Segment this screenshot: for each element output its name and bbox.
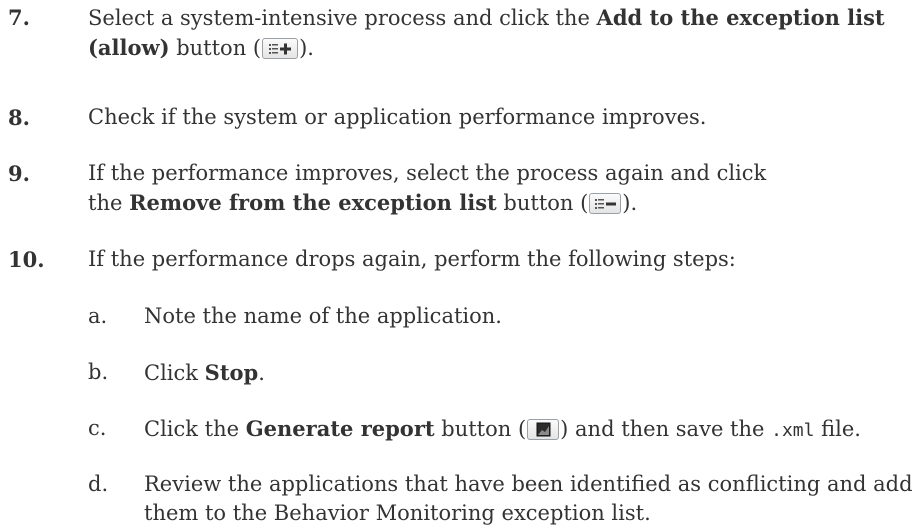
step-text: Check if the system or application perfo…: [88, 105, 707, 129]
substep-text: .: [258, 361, 265, 385]
step-text: Select a system-intensive process and cl…: [88, 6, 597, 30]
remove-from-list-icon: [589, 193, 622, 214]
substep-text: Click: [144, 361, 205, 385]
substep-text: button (: [434, 417, 527, 441]
step-text: ).: [299, 36, 314, 60]
substep-letter: a.: [88, 304, 108, 328]
substep-d: d. Review the applications that have bee…: [0, 470, 915, 528]
step-number: 10.: [8, 247, 45, 272]
substep-letter: c.: [88, 416, 107, 440]
step-8: 8. Check if the system or application pe…: [0, 103, 915, 132]
file-extension-code: .xml: [771, 420, 815, 441]
substep-letter: b.: [88, 360, 109, 384]
step-text: ).: [622, 191, 638, 215]
substep-a: a. Note the name of the application.: [0, 302, 915, 331]
add-to-list-icon: [262, 38, 299, 59]
substep-b: b. Click Stop.: [0, 358, 915, 388]
substep-bold-text: Stop: [204, 360, 259, 385]
generate-report-icon: [527, 419, 560, 440]
substep-text: Review the applications that have been i…: [144, 472, 913, 525]
step-text: If the performance drops again, perform …: [88, 247, 736, 271]
step-text: button (: [496, 191, 589, 215]
step-10: 10. If the performance drops again, perf…: [0, 245, 915, 274]
step-number: 8.: [8, 105, 30, 130]
substep-text: Click the: [144, 417, 246, 441]
substep-c: c. Click the Generate report button ( ) a…: [0, 414, 915, 445]
substep-text: Note the name of the application.: [144, 304, 502, 328]
step-7: 7. Select a system-intensive process and…: [0, 3, 915, 63]
substep-bold-text: Generate report: [245, 416, 435, 441]
step-9: 9. If the performance improves, select t…: [0, 159, 788, 218]
substep-letter: d.: [88, 472, 109, 496]
substep-text: file.: [814, 417, 861, 441]
step-bold-text: Remove from the exception list: [129, 190, 497, 215]
substep-text: ) and then save the: [560, 417, 772, 441]
step-text: button (: [169, 36, 262, 60]
step-number: 7.: [8, 5, 30, 30]
step-number: 9.: [8, 161, 30, 186]
